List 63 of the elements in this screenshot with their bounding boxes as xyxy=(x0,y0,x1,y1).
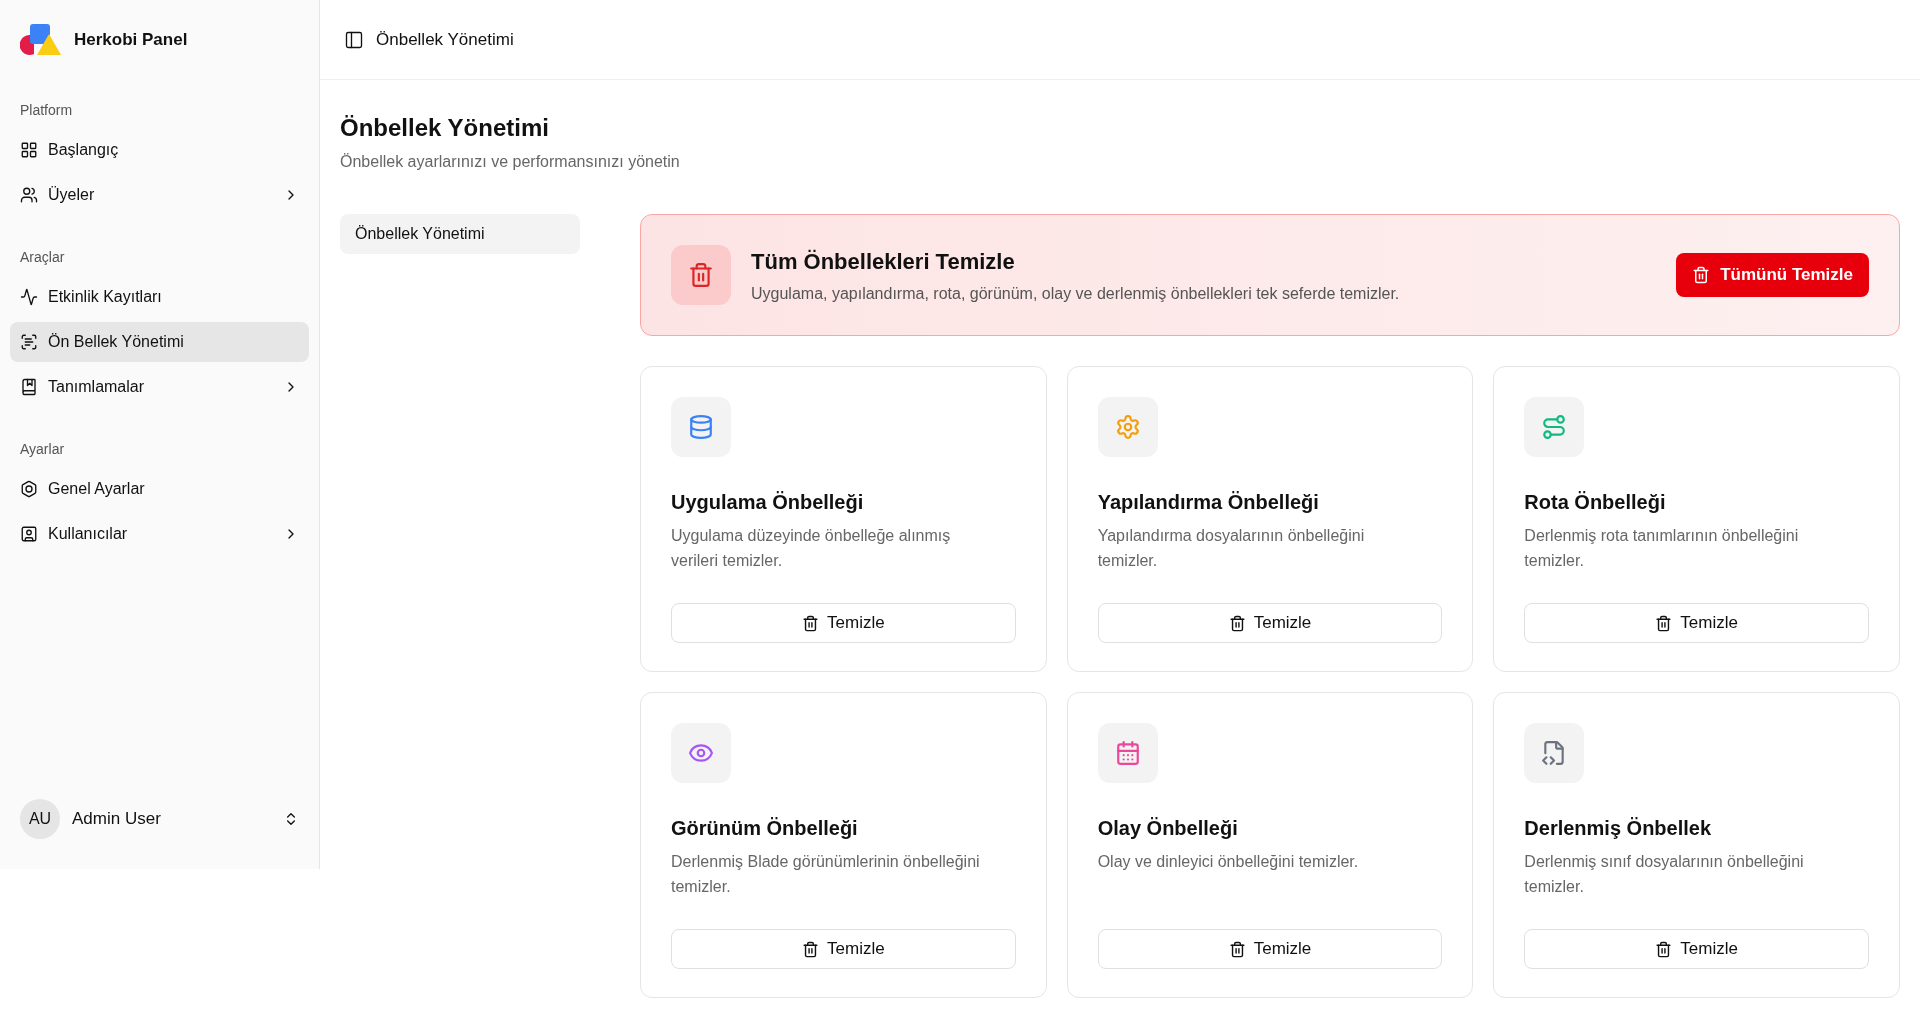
group-label: Platform xyxy=(19,100,74,120)
card-description: Derlenmiş sınıf dosyalarının önbelleğini temizler. xyxy=(1524,852,1805,897)
logo-icon xyxy=(20,24,62,56)
clear-button[interactable]: Temizle xyxy=(1524,603,1869,643)
settings-icon xyxy=(20,480,38,498)
user-square-icon xyxy=(20,525,38,543)
card-description: Derlenmiş rota tanımlarının önbelleğini temizler. xyxy=(1524,526,1800,571)
item-label: Tanımlamalar xyxy=(48,377,146,397)
item-label: Genel Ayarlar xyxy=(48,479,146,499)
card-title: Derlenmiş Önbellek xyxy=(1524,816,1713,841)
sidebar-item[interactable]: Tanımlamalar xyxy=(10,367,309,407)
group-label: Araçlar xyxy=(19,247,66,267)
trash-icon xyxy=(1228,940,1246,958)
activity-icon xyxy=(20,288,38,306)
card-title: Yapılandırma Önbelleği xyxy=(1097,490,1320,515)
sidebar-item[interactable]: Üyeler xyxy=(10,175,309,215)
trash-icon xyxy=(1655,614,1673,632)
card-description: Yapılandırma dosyalarının önbelleğini temizler. xyxy=(1097,526,1366,571)
card-description: Uygulama düzeyinde önbelleğe alınmış verileri temizler. xyxy=(671,526,952,571)
banner-title: Tüm Önbellekleri Temizle xyxy=(751,247,1016,276)
sidebar-item[interactable]: Ön Bellek Yönetimi xyxy=(10,322,309,362)
subnav-item[interactable]: Önbellek Yönetimi xyxy=(340,214,580,254)
sidebar-item[interactable]: Genel Ayarlar xyxy=(10,469,309,509)
brand-name: Herkobi Panel xyxy=(74,29,188,52)
item-label: Başlangıç xyxy=(48,140,120,160)
page-title: Önbellek Yönetimi xyxy=(340,113,550,143)
sidebar-item[interactable]: Kullanıcılar xyxy=(10,514,309,554)
card-description: Olay ve dinleyici önbelleğini temizler. xyxy=(1097,852,1360,872)
page-subtitle: Önbellek ayarlarınızı ve performansınızı yönetin xyxy=(340,152,681,172)
user-menu[interactable]: AU Admin User xyxy=(10,789,309,849)
clear-button[interactable]: Temizle xyxy=(1524,929,1869,969)
card-title: Uygulama Önbelleği xyxy=(671,490,865,515)
item-label: Ön Bellek Yönetimi xyxy=(48,332,185,352)
sidebar-item[interactable]: Etkinlik Kayıtları xyxy=(10,277,309,317)
scan-text-icon xyxy=(20,333,38,351)
user-name: Admin User xyxy=(72,808,162,831)
users-icon xyxy=(20,186,38,204)
banner-description: Uygulama, yapılandırma, rota, görünüm, olay ve derlenmiş önbellekleri tek seferde temizler. xyxy=(751,283,1401,304)
clear-button[interactable]: Temizle xyxy=(1097,929,1443,969)
avatar: AU xyxy=(20,799,60,839)
clear-button[interactable]: Temizle xyxy=(671,603,1016,643)
trash-icon xyxy=(1655,940,1673,958)
trash-icon xyxy=(802,614,819,632)
trash-icon xyxy=(1692,266,1711,284)
trash-icon xyxy=(802,940,819,958)
sidebar-toggle-icon[interactable] xyxy=(344,29,364,50)
clear-button[interactable]: Temizle xyxy=(1097,603,1443,643)
clear-button[interactable]: Temizle xyxy=(671,929,1016,969)
card-title: Görünüm Önbelleği xyxy=(671,816,859,841)
card-title: Olay Önbelleği xyxy=(1097,816,1239,841)
grid-icon xyxy=(20,141,38,159)
item-label: Üyeler xyxy=(48,185,96,205)
card-description: Derlenmiş Blade görünümlerinin önbelleğini temizler. xyxy=(671,852,981,897)
book-icon xyxy=(20,378,38,396)
item-label: Kullanıcılar xyxy=(48,524,129,544)
trash-icon xyxy=(1228,614,1246,632)
item-label: Etkinlik Kayıtları xyxy=(48,287,163,307)
card-title: Rota Önbelleği xyxy=(1524,490,1667,515)
group-label: Ayarlar xyxy=(19,439,66,459)
trash-icon xyxy=(688,262,714,288)
breadcrumb: Önbellek Yönetimi xyxy=(376,28,514,51)
sidebar-item[interactable]: Başlangıç xyxy=(10,130,309,170)
clear-all-button[interactable]: Tümünü Temizle xyxy=(1676,253,1869,297)
